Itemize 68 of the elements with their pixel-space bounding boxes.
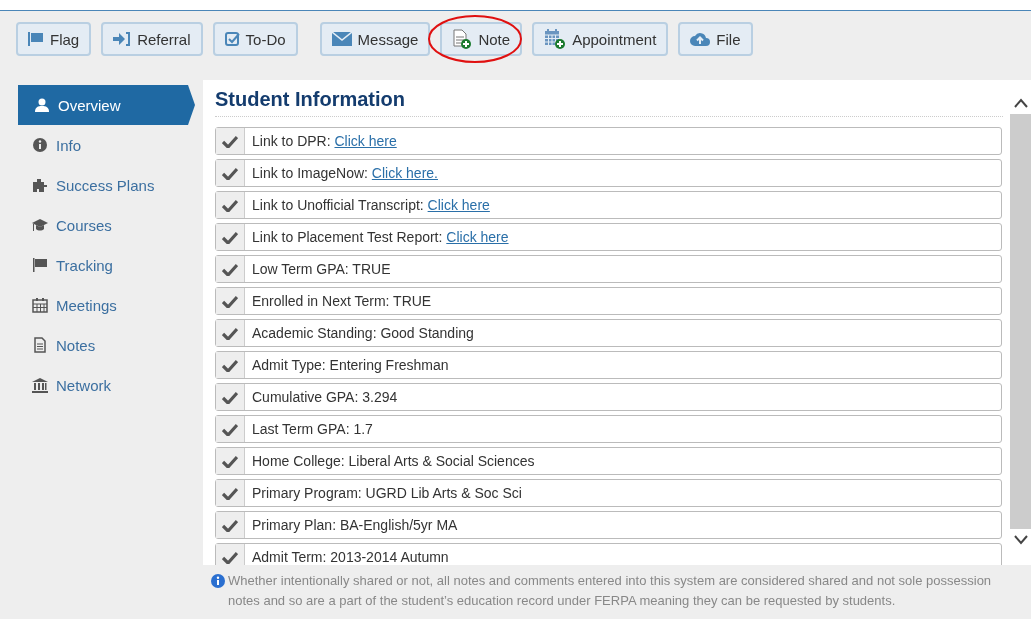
flag-icon [32, 257, 48, 273]
checkbox-icon [224, 31, 240, 47]
info-icon [211, 574, 225, 588]
row-text: Admit Term: 2013-2014 Autumn [251, 548, 449, 565]
row-text: Link to Unofficial Transcript: Click here [251, 196, 490, 215]
scroll-down-icon[interactable] [1013, 535, 1028, 545]
sidebar-item[interactable]: Courses [18, 205, 195, 245]
row-text: Link to DPR: Click here [251, 132, 397, 151]
envelope-icon [331, 32, 352, 46]
row-text: Link to ImageNow: Click here. [251, 164, 438, 183]
building-icon [32, 377, 48, 393]
row-text: Academic Standing: Good Standing [251, 324, 474, 343]
checkmark-icon [222, 454, 238, 468]
sidebar-item[interactable]: Success Plans [18, 165, 195, 205]
calendar-add-icon [544, 28, 567, 50]
sidebar-item[interactable]: Tracking [18, 245, 195, 285]
row-text: Last Term GPA: 1.7 [251, 420, 373, 439]
scroll-up-icon[interactable] [1013, 98, 1028, 108]
toolbar-button[interactable]: Message [319, 22, 431, 56]
row-text: Cumulative GPA: 3.294 [251, 388, 398, 407]
row-text: Primary Plan: BA-English/5yr MA [251, 516, 458, 535]
row-text: Admit Type: Entering Freshman [251, 356, 449, 375]
checkmark-icon [222, 134, 238, 148]
flag-icon [28, 32, 44, 46]
toolbar-button[interactable]: To-Do [212, 22, 298, 56]
sidebar-item[interactable]: Info [18, 125, 195, 165]
sidebar-item[interactable]: Overview [18, 85, 195, 125]
checkmark-icon [222, 518, 238, 532]
checkmark-icon [222, 422, 238, 436]
toolbar-button[interactable]: Referral [101, 22, 203, 56]
calendar-icon [32, 297, 48, 313]
checkmark-icon [222, 358, 238, 372]
checkmark-icon [222, 390, 238, 404]
checkmark-icon [222, 326, 238, 340]
arrow-in-icon [113, 32, 132, 46]
link[interactable]: Click here. [371, 165, 438, 181]
checkmark-icon [222, 294, 238, 308]
link[interactable]: Click here [334, 133, 397, 149]
checkmark-icon [222, 198, 238, 212]
row-text: Primary Program: UGRD Lib Arts & Soc Sci [251, 484, 522, 503]
row-text: Low Term GPA: TRUE [251, 260, 391, 279]
toolbar-button[interactable]: Flag [16, 22, 92, 56]
sidebar-item[interactable]: Notes [18, 325, 195, 365]
info-icon [32, 137, 48, 153]
toolbar-button[interactable]: File [678, 22, 753, 56]
checkmark-icon [222, 486, 238, 500]
document-add-icon [452, 29, 473, 49]
puzzle-icon [32, 177, 48, 193]
checkmark-icon [222, 262, 238, 276]
user-icon [34, 97, 50, 113]
row-text: Link to Placement Test Report: Click here [251, 228, 509, 247]
link[interactable]: Click here [446, 229, 509, 245]
scrollbar[interactable] [1010, 80, 1031, 565]
toolbar-button[interactable]: Appointment [532, 22, 669, 56]
disclaimer-text: Whether intentionally shared or not, all notes and comments entered into this system are considered shared and not sole possession notes and so are a part of the student’s education record under FERPA meaning they can be requested by students. [228, 572, 993, 610]
checkmark-icon [222, 550, 238, 564]
section-title: Student Information [215, 88, 1003, 117]
checkmark-icon [222, 166, 238, 180]
link[interactable]: Click here [427, 197, 490, 213]
toolbar-button[interactable]: Note [440, 22, 523, 56]
cloud-upload-icon [690, 32, 711, 46]
row-text: Enrolled in Next Term: TRUE [251, 292, 432, 311]
document-icon [32, 337, 48, 353]
graduation-cap-icon [32, 217, 48, 233]
checkmark-icon [222, 230, 238, 244]
row-text: Home College: Liberal Arts & Social Sciences [251, 452, 535, 471]
sidebar-item[interactable]: Meetings [18, 285, 195, 325]
sidebar-item[interactable]: Network [18, 365, 195, 405]
